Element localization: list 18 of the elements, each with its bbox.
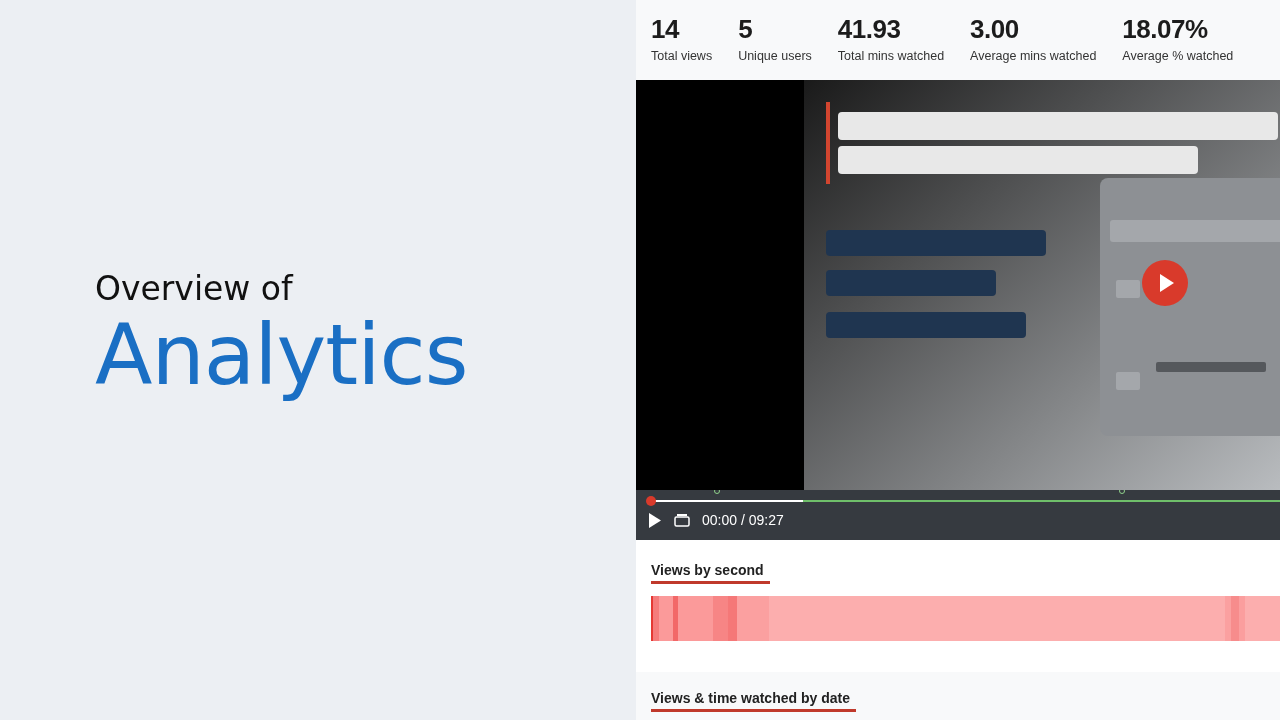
stat-label: Average % watched [1122,49,1234,63]
stat-label: Total mins watched [837,49,945,63]
stat-value: 41.93 [837,14,902,45]
section-title: Views & time watched by date [651,690,856,712]
stat-value: 18.07% [1122,14,1209,45]
stat-value: 14 [651,14,681,45]
section-title: Views by second [651,562,770,584]
play-button[interactable] [1142,260,1188,306]
play-icon[interactable] [648,512,662,528]
stat-label: Unique users [738,49,812,63]
stat-value: 5 [738,14,754,45]
stat-value: 3.00 [970,14,1020,45]
video-time: 00:00 / 09:27 [702,512,784,528]
slide-title: Analytics [95,308,469,401]
stat-label: Total views [651,49,713,63]
captions-icon[interactable] [674,513,690,527]
stat-label: Average mins watched [970,49,1097,63]
slide-subtitle: Overview of [95,269,295,309]
